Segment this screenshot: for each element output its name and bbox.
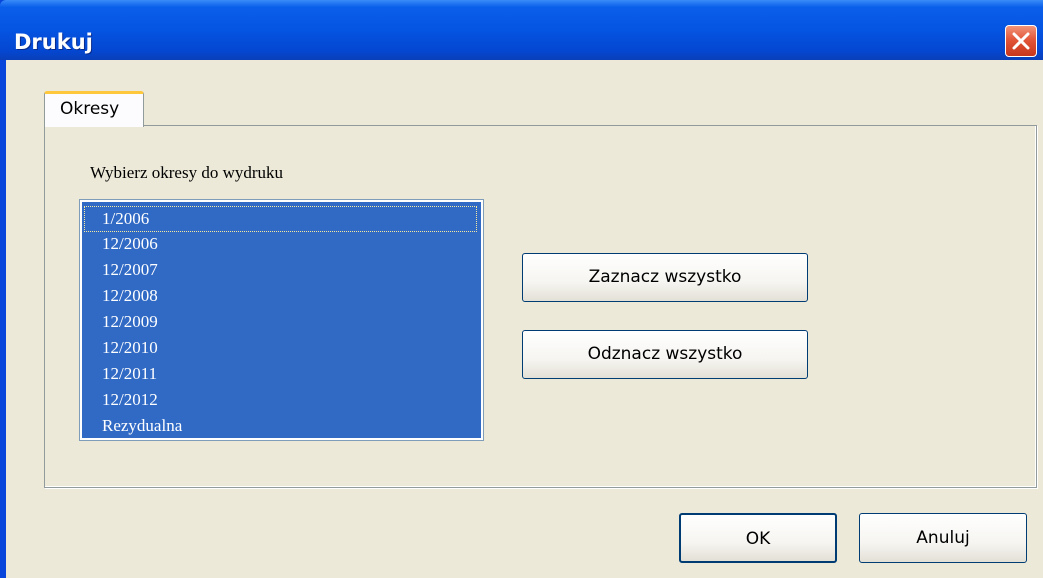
periods-listbox[interactable]: 1/2006 12/2006 12/2007 12/2008 12/2009 1… — [79, 199, 484, 441]
close-icon — [1012, 32, 1030, 50]
select-all-button[interactable]: Zaznacz wszystko — [522, 253, 808, 302]
periods-label: Wybierz okresy do wydruku — [90, 163, 284, 182]
list-item[interactable]: 1/2006 — [84, 206, 477, 232]
list-item[interactable]: 12/2010 — [82, 336, 481, 362]
ok-button[interactable]: OK — [679, 513, 837, 563]
list-item[interactable]: 12/2007 — [82, 258, 481, 284]
list-item[interactable]: Rezydualna — [82, 414, 481, 440]
list-item[interactable]: 12/2009 — [82, 310, 481, 336]
list-item[interactable]: 12/2008 — [82, 284, 481, 310]
close-button[interactable] — [1005, 25, 1037, 57]
list-item[interactable]: 12/2006 — [82, 232, 481, 258]
deselect-all-button[interactable]: Odznacz wszystko — [522, 330, 808, 379]
list-item[interactable]: 12/2012 — [82, 388, 481, 414]
title-bar[interactable]: Drukuj — [0, 0, 1043, 60]
cancel-button[interactable]: Anuluj — [859, 513, 1027, 563]
tab-label: Okresy — [60, 99, 120, 119]
tab-okresy[interactable]: Okresy — [44, 91, 144, 127]
window-title: Drukuj — [14, 30, 93, 54]
list-item[interactable]: 12/2011 — [82, 362, 481, 388]
